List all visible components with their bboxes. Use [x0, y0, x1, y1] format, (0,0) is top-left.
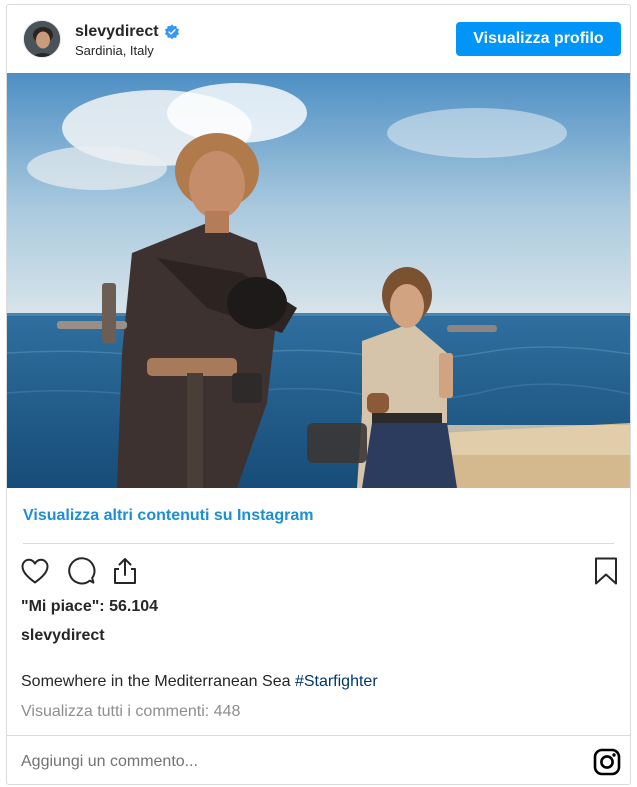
verified-badge-icon: [164, 24, 179, 40]
caption-author[interactable]: slevydirect: [21, 627, 105, 645]
avatar[interactable]: [23, 20, 61, 58]
username-row: slevydirect: [75, 22, 180, 42]
username[interactable]: slevydirect: [75, 23, 159, 41]
action-bar: [7, 551, 630, 591]
divider: [7, 735, 630, 736]
view-all-comments-link[interactable]: Visualizza tutti i commenti: 448: [21, 703, 240, 721]
view-profile-button[interactable]: Visualizza profilo: [456, 22, 621, 56]
caption-text: Somewhere in the Mediterranean Sea: [21, 673, 295, 690]
view-more-on-instagram-link[interactable]: Visualizza altri contenuti su Instagram: [23, 507, 313, 525]
caption: Somewhere in the Mediterranean Sea #Star…: [21, 673, 378, 691]
add-comment-input[interactable]: [21, 747, 561, 777]
share-icon[interactable]: [109, 555, 141, 587]
location[interactable]: Sardinia, Italy: [75, 43, 154, 58]
hashtag-link[interactable]: #Starfighter: [295, 673, 378, 690]
instagram-logo-icon[interactable]: [592, 747, 622, 777]
bookmark-icon[interactable]: [590, 555, 622, 587]
likes-count[interactable]: "Mi piace": 56.104: [21, 598, 158, 616]
post-image[interactable]: [7, 73, 630, 488]
heart-icon[interactable]: [19, 555, 51, 587]
instagram-embed: slevydirect Sardinia, Italy Visualizza p…: [6, 4, 631, 785]
post-header: slevydirect Sardinia, Italy Visualizza p…: [7, 5, 630, 73]
comment-bubble-icon[interactable]: [65, 555, 97, 587]
divider: [23, 543, 614, 544]
